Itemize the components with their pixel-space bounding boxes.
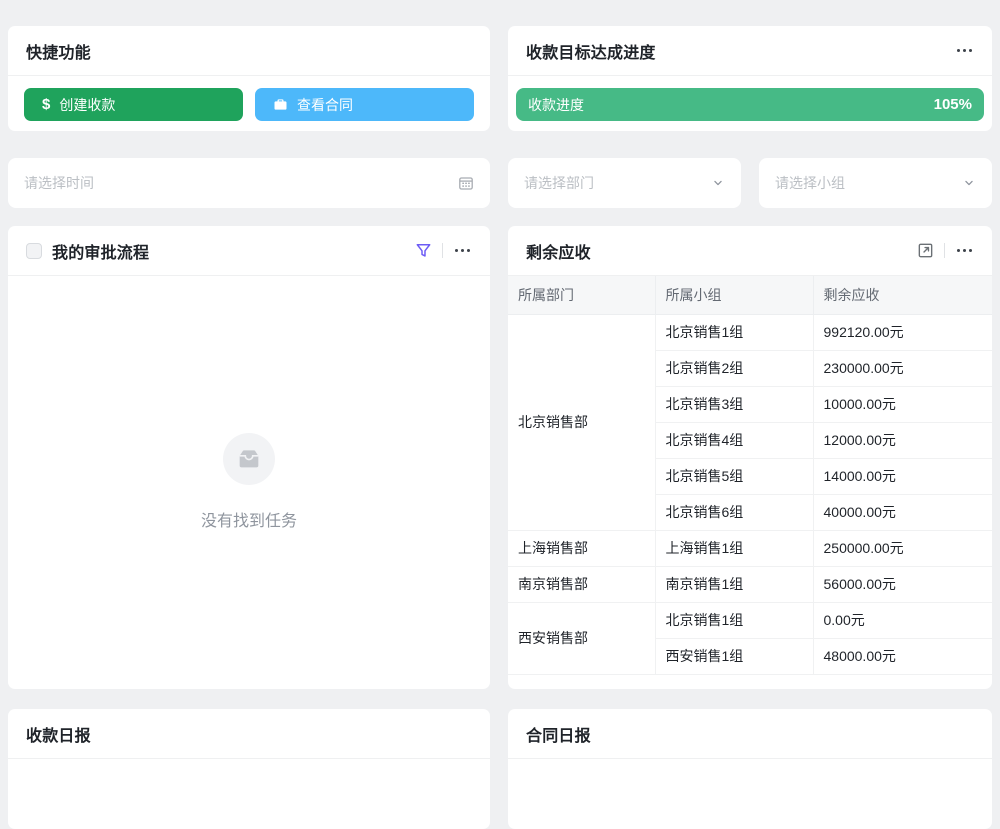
group-cell: 北京销售4组 bbox=[655, 422, 813, 458]
approval-header: 我的审批流程 bbox=[8, 226, 490, 276]
amount-cell: 10000.00元 bbox=[813, 386, 992, 422]
card-title: 快捷功能 bbox=[26, 39, 91, 63]
table-row: 西安销售部 北京销售1组 0.00元 bbox=[508, 602, 992, 638]
quick-actions-card: 快捷功能 $ 创建收款 查看合同 bbox=[8, 26, 490, 131]
card-title: 剩余应收 bbox=[526, 239, 591, 263]
empty-inbox-icon bbox=[223, 433, 275, 485]
amount-cell: 56000.00元 bbox=[813, 566, 992, 602]
payment-daily-header: 收款日报 bbox=[8, 709, 490, 759]
card-title: 合同日报 bbox=[526, 722, 591, 746]
progress-value: 105% bbox=[934, 96, 972, 113]
amount-cell: 14000.00元 bbox=[813, 458, 992, 494]
table-row: 南京销售部 南京销售1组 56000.00元 bbox=[508, 566, 992, 602]
group-cell: 北京销售1组 bbox=[655, 602, 813, 638]
group-cell: 北京销售1组 bbox=[655, 314, 813, 350]
quick-actions-header: 快捷功能 bbox=[8, 26, 490, 76]
create-payment-label: 创建收款 bbox=[59, 95, 115, 115]
calendar-icon[interactable] bbox=[458, 175, 474, 191]
more-icon[interactable] bbox=[453, 247, 472, 254]
empty-state: 没有找到任务 bbox=[8, 276, 490, 688]
column-group: 所属小组 bbox=[655, 276, 813, 314]
amount-cell: 230000.00元 bbox=[813, 350, 992, 386]
group-cell: 北京销售3组 bbox=[655, 386, 813, 422]
table-header-row: 所属部门 所属小组 剩余应收 bbox=[508, 276, 992, 314]
column-amount: 剩余应收 bbox=[813, 276, 992, 314]
view-contract-button[interactable]: 查看合同 bbox=[255, 88, 474, 121]
payment-target-header: 收款目标达成进度 bbox=[508, 26, 992, 76]
table-row: 上海销售部 上海销售1组 250000.00元 bbox=[508, 530, 992, 566]
amount-cell: 992120.00元 bbox=[813, 314, 992, 350]
group-cell: 北京销售2组 bbox=[655, 350, 813, 386]
select-all-checkbox[interactable] bbox=[26, 243, 42, 259]
amount-cell: 0.00元 bbox=[813, 602, 992, 638]
receivables-header: 剩余应收 bbox=[508, 226, 992, 276]
group-cell: 西安销售1组 bbox=[655, 638, 813, 674]
divider bbox=[944, 243, 945, 258]
card-title: 收款日报 bbox=[26, 722, 91, 746]
progress-bar: 收款进度 105% bbox=[516, 88, 984, 121]
chevron-down-icon bbox=[962, 176, 976, 190]
group-cell: 南京销售1组 bbox=[655, 566, 813, 602]
amount-cell: 12000.00元 bbox=[813, 422, 992, 458]
department-cell: 北京销售部 bbox=[508, 314, 655, 530]
column-department: 所属部门 bbox=[508, 276, 655, 314]
filter-funnel-icon[interactable] bbox=[415, 242, 432, 259]
group-select-placeholder: 请选择小组 bbox=[775, 173, 954, 193]
department-cell: 上海销售部 bbox=[508, 530, 655, 566]
payment-daily-card: 收款日报 bbox=[8, 709, 490, 829]
dollar-icon: $ bbox=[42, 96, 50, 113]
empty-state-text: 没有找到任务 bbox=[201, 507, 297, 531]
payment-target-card: 收款目标达成进度 收款进度 105% bbox=[508, 26, 992, 131]
contract-daily-header: 合同日报 bbox=[508, 709, 992, 759]
group-cell: 北京销售5组 bbox=[655, 458, 813, 494]
department-select[interactable]: 请选择部门 bbox=[508, 158, 741, 208]
group-cell: 上海销售1组 bbox=[655, 530, 813, 566]
contract-daily-card: 合同日报 bbox=[508, 709, 992, 829]
more-icon[interactable] bbox=[955, 47, 974, 54]
divider bbox=[442, 243, 443, 258]
progress-label: 收款进度 bbox=[528, 95, 584, 115]
briefcase-icon bbox=[273, 97, 288, 112]
approval-card: 我的审批流程 没有找到任务 bbox=[8, 226, 490, 689]
department-cell: 西安销售部 bbox=[508, 602, 655, 674]
time-picker-input[interactable] bbox=[24, 175, 450, 191]
department-select-placeholder: 请选择部门 bbox=[524, 173, 703, 193]
receivables-card: 剩余应收 所属部门 所属小组 剩余应收 北京销售部 北京销售1组 992120.… bbox=[508, 226, 992, 689]
group-cell: 北京销售6组 bbox=[655, 494, 813, 530]
table-row: 北京销售部 北京销售1组 992120.00元 bbox=[508, 314, 992, 350]
more-icon[interactable] bbox=[955, 247, 974, 254]
view-contract-label: 查看合同 bbox=[297, 95, 353, 115]
amount-cell: 40000.00元 bbox=[813, 494, 992, 530]
department-cell: 南京销售部 bbox=[508, 566, 655, 602]
time-picker-field[interactable] bbox=[8, 158, 490, 208]
chevron-down-icon bbox=[711, 176, 725, 190]
open-external-icon[interactable] bbox=[917, 242, 934, 259]
card-title: 收款目标达成进度 bbox=[526, 39, 656, 63]
card-title: 我的审批流程 bbox=[52, 239, 149, 263]
amount-cell: 48000.00元 bbox=[813, 638, 992, 674]
receivables-table: 所属部门 所属小组 剩余应收 北京销售部 北京销售1组 992120.00元 北… bbox=[508, 276, 992, 675]
create-payment-button[interactable]: $ 创建收款 bbox=[24, 88, 243, 121]
group-select[interactable]: 请选择小组 bbox=[759, 158, 992, 208]
amount-cell: 250000.00元 bbox=[813, 530, 992, 566]
